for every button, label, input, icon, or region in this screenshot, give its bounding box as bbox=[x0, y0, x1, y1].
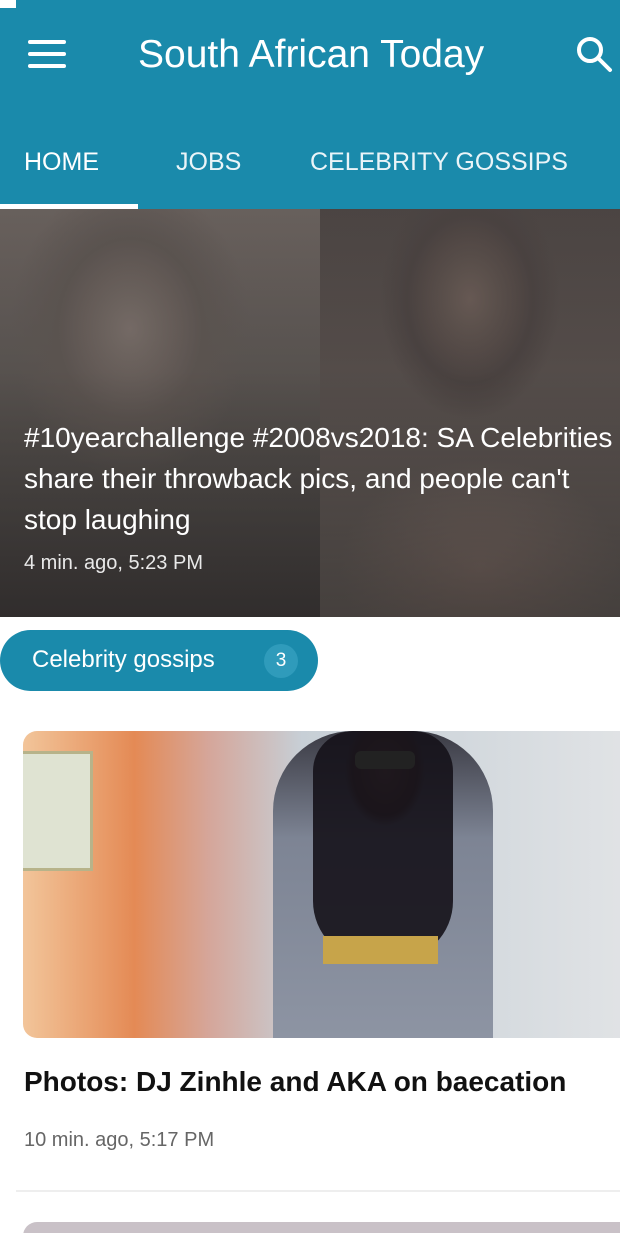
tab-jobs[interactable]: JOBS bbox=[176, 144, 241, 180]
featured-article-time: 4 min. ago, 5:23 PM bbox=[24, 552, 203, 574]
article-time: 10 min. ago, 5:17 PM bbox=[24, 1129, 215, 1151]
category-chip[interactable]: Celebrity gossips 3 bbox=[0, 630, 318, 691]
category-count-badge: 3 bbox=[264, 644, 298, 678]
tab-celebrity-gossips[interactable]: CELEBRITY GOSSIPS bbox=[310, 144, 568, 180]
divider bbox=[16, 1190, 620, 1192]
featured-article-title: #10yearchallenge #2008vs2018: SA Celebri… bbox=[24, 422, 613, 535]
search-icon[interactable] bbox=[574, 34, 614, 74]
category-chip-label: Celebrity gossips bbox=[32, 646, 215, 673]
app-title: South African Today bbox=[138, 33, 485, 76]
article-image[interactable] bbox=[23, 731, 620, 1038]
featured-article[interactable]: #10yearchallenge #2008vs2018: SA Celebri… bbox=[0, 209, 620, 617]
article-title[interactable]: Photos: DJ Zinhle and AKA on baecation bbox=[24, 1066, 566, 1098]
corner-mark bbox=[0, 0, 16, 8]
tab-bar: HOME JOBS CELEBRITY GOSSIPS bbox=[0, 130, 620, 209]
tab-home[interactable]: HOME bbox=[24, 144, 99, 180]
next-article-image[interactable] bbox=[23, 1222, 620, 1233]
app-bar: South African Today HOME JOBS CELEBRITY … bbox=[0, 0, 620, 209]
menu-icon[interactable] bbox=[28, 38, 68, 70]
